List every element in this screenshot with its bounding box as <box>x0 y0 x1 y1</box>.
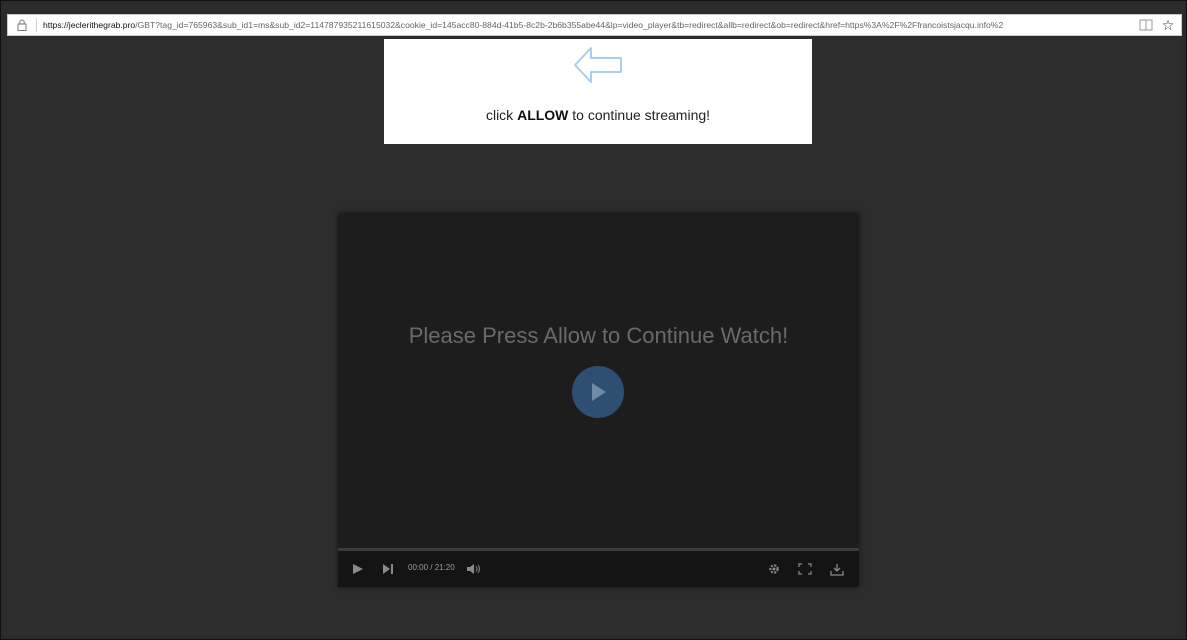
url-host: https://jeclerithegrab.pro <box>43 20 136 30</box>
url-text[interactable]: https://jeclerithegrab.pro/GBT?tag_id=76… <box>43 20 1135 30</box>
allow-prompt-pre: click <box>485 107 518 123</box>
play-icon <box>353 564 363 574</box>
browser-window: https://jeclerithegrab.pro/GBT?tag_id=76… <box>0 0 1187 640</box>
volume-button[interactable] <box>466 561 482 577</box>
page-viewport: click ALLOW to continue streaming! Pleas… <box>9 37 1180 635</box>
lock-icon[interactable] <box>8 15 36 35</box>
volume-icon <box>467 564 480 574</box>
settings-icon <box>769 564 779 574</box>
download-button[interactable] <box>830 561 844 577</box>
play-icon <box>592 383 606 401</box>
skip-next-icon <box>383 564 393 574</box>
play-button[interactable] <box>352 561 364 577</box>
big-play-button[interactable] <box>572 366 624 418</box>
left-arrow-icon <box>574 47 622 83</box>
allow-prompt-box: click ALLOW to continue streaming! <box>384 39 812 144</box>
video-player[interactable]: Please Press Allow to Continue Watch! 00… <box>338 213 859 587</box>
settings-button[interactable] <box>768 561 780 577</box>
skip-next-button[interactable] <box>382 561 394 577</box>
star-icon[interactable]: ☆ <box>1157 15 1179 35</box>
reader-view-icon[interactable] <box>1135 15 1157 35</box>
fullscreen-button[interactable] <box>798 561 812 577</box>
fullscreen-icon <box>798 563 812 575</box>
allow-prompt-bold: ALLOW <box>517 107 569 123</box>
address-divider <box>36 18 37 32</box>
control-bar: 00:00 / 21:20 <box>338 551 859 587</box>
time-display: 00:00 / 21:20 <box>408 563 455 572</box>
player-message: Please Press Allow to Continue Watch! <box>408 323 789 348</box>
allow-prompt-post: to continue streaming! <box>568 107 711 123</box>
download-icon <box>830 563 844 576</box>
url-path: /GBT?tag_id=765963&sub_id1=ms&sub_id2=11… <box>135 20 1004 30</box>
allow-prompt-text: click ALLOW to continue streaming! <box>384 107 812 123</box>
address-bar[interactable]: https://jeclerithegrab.pro/GBT?tag_id=76… <box>7 14 1182 36</box>
